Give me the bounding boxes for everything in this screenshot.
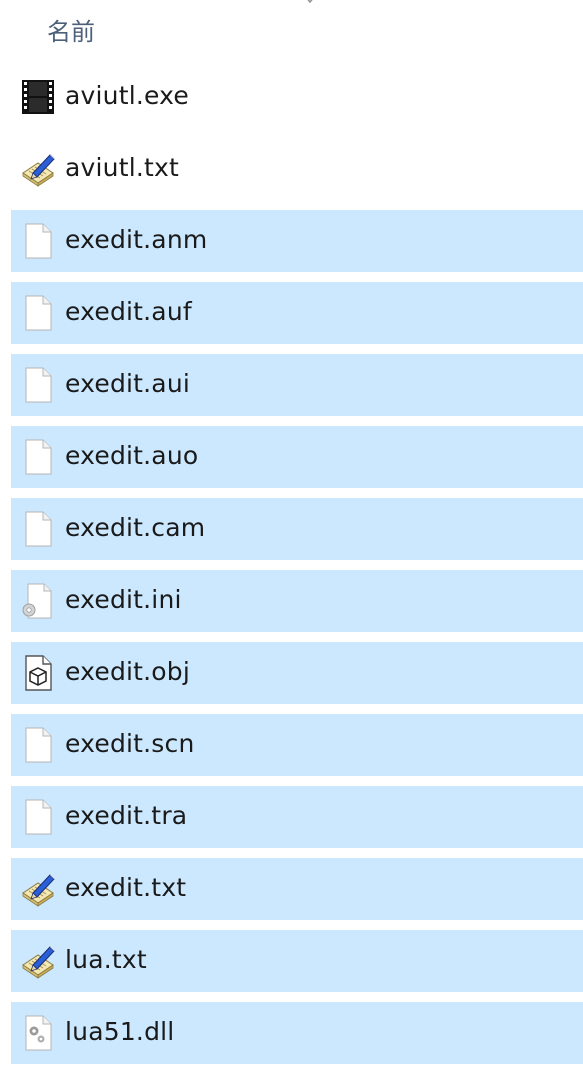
file-name: exedit.aui <box>65 369 191 398</box>
file-row[interactable]: exedit.txt <box>11 858 583 920</box>
text-document-icon <box>20 151 56 187</box>
file-name: exedit.txt <box>65 873 187 902</box>
file-list: aviutl.exe aviutl.txt exedit.anm exedit.… <box>0 66 583 1074</box>
file-row[interactable]: exedit.obj <box>11 642 583 704</box>
file-name: exedit.obj <box>65 657 191 686</box>
file-name: lua51.dll <box>65 1017 175 1046</box>
file-row[interactable]: exedit.ini <box>11 570 583 632</box>
file-row[interactable]: exedit.aui <box>11 354 583 416</box>
file-row[interactable]: exedit.cam <box>11 498 583 560</box>
sort-chevron-icon <box>307 0 313 4</box>
file-name: aviutl.exe <box>65 81 189 110</box>
blank-file-icon <box>20 799 56 835</box>
file-row[interactable]: lua51.dll <box>11 1002 583 1064</box>
text-document-icon <box>20 871 56 907</box>
file-name: exedit.scn <box>65 729 195 758</box>
file-row[interactable]: exedit.scn <box>11 714 583 776</box>
file-row[interactable]: exedit.auo <box>11 426 583 488</box>
blank-file-icon <box>20 223 56 259</box>
dll-file-icon <box>20 1015 56 1051</box>
3d-object-file-icon <box>20 655 56 691</box>
settings-file-icon <box>20 583 56 619</box>
blank-file-icon <box>20 367 56 403</box>
blank-file-icon <box>20 511 56 547</box>
blank-file-icon <box>20 439 56 475</box>
column-header: 名前 <box>0 0 583 60</box>
file-name: lua.txt <box>65 945 147 974</box>
file-row[interactable]: exedit.auf <box>11 282 583 344</box>
file-row[interactable]: exedit.tra <box>11 786 583 848</box>
blank-file-icon <box>20 727 56 763</box>
file-name: aviutl.txt <box>65 153 179 182</box>
blank-file-icon <box>20 295 56 331</box>
name-column-header[interactable]: 名前 <box>47 12 95 47</box>
file-name: exedit.cam <box>65 513 206 542</box>
file-row[interactable]: aviutl.txt <box>11 138 583 200</box>
file-row[interactable]: exedit.anm <box>11 210 583 272</box>
file-name: exedit.anm <box>65 225 208 254</box>
file-row[interactable]: lua.txt <box>11 930 583 992</box>
file-name: exedit.auo <box>65 441 199 470</box>
file-row[interactable]: aviutl.exe <box>11 66 583 128</box>
text-document-icon <box>20 943 56 979</box>
file-name: exedit.auf <box>65 297 192 326</box>
video-exe-icon <box>20 79 56 115</box>
file-name: exedit.tra <box>65 801 188 830</box>
file-name: exedit.ini <box>65 585 182 614</box>
